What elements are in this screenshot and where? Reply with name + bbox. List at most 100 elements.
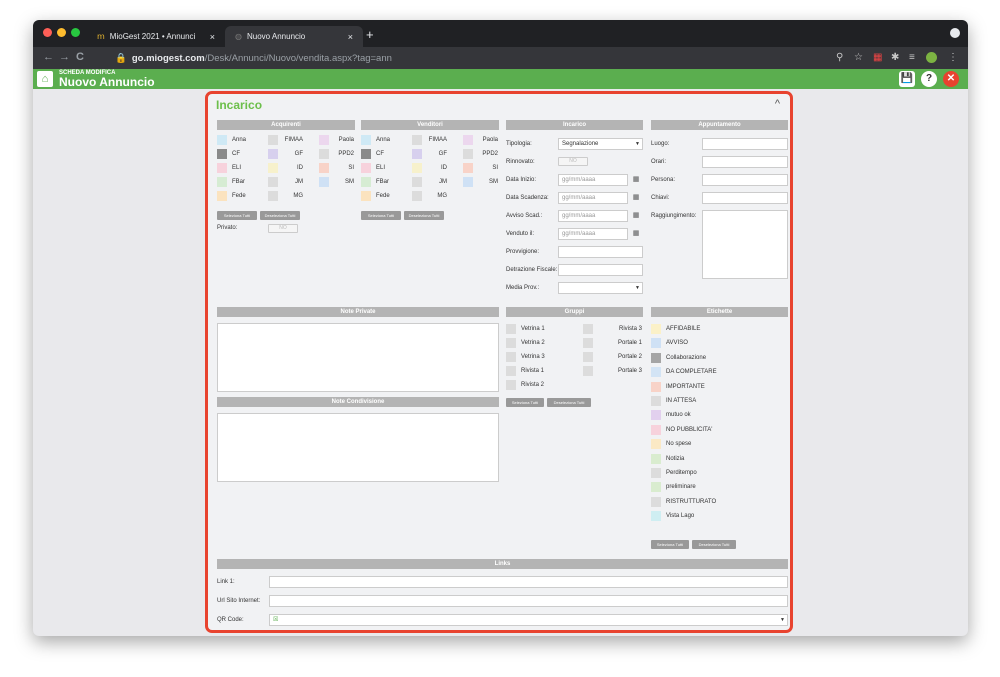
agent-checkbox[interactable] — [412, 191, 422, 201]
agent-checkbox[interactable] — [412, 163, 422, 173]
data-inizio-field[interactable]: gg/mm/aaaa — [558, 174, 628, 186]
close-tab-icon[interactable]: × — [348, 32, 353, 42]
calendar-icon[interactable]: ▦ — [632, 194, 640, 202]
calendar-icon[interactable]: ▦ — [632, 176, 640, 184]
agent-checkbox[interactable] — [361, 191, 371, 201]
etichette-select-all-button[interactable]: Seleziona Tutti — [651, 540, 689, 549]
etichette-deselect-all-button[interactable]: Deseleziona Tutti — [692, 540, 736, 549]
agent-checkbox[interactable] — [319, 135, 329, 145]
rinnovato-toggle[interactable]: NO — [558, 157, 588, 166]
gruppo-checkbox[interactable] — [506, 380, 516, 390]
avviso-scad-field[interactable]: gg/mm/aaaa — [558, 210, 628, 222]
etichetta-checkbox[interactable] — [651, 482, 661, 493]
url-sito-field[interactable] — [269, 595, 788, 607]
agent-checkbox[interactable] — [319, 149, 329, 159]
chiavi-field[interactable] — [702, 192, 788, 204]
calendar-icon[interactable]: ▦ — [632, 212, 640, 220]
raggiungimento-textarea[interactable] — [702, 210, 788, 279]
extension-icon[interactable]: ▦ — [873, 52, 882, 63]
data-scadenza-field[interactable]: gg/mm/aaaa — [558, 192, 628, 204]
zoom-icon[interactable]: ⚲ — [836, 52, 843, 63]
note-condivisione-textarea[interactable] — [217, 413, 499, 482]
venditori-deselect-all-button[interactable]: Deseleziona Tutti — [404, 211, 444, 220]
media-prov-select[interactable] — [558, 282, 643, 294]
gruppo-checkbox[interactable] — [506, 324, 516, 334]
agent-checkbox[interactable] — [217, 177, 227, 187]
luogo-field[interactable] — [702, 138, 788, 150]
agent-checkbox[interactable] — [361, 135, 371, 145]
agent-checkbox[interactable] — [268, 177, 278, 187]
venduto-field[interactable]: gg/mm/aaaa — [558, 228, 628, 240]
gruppo-checkbox[interactable] — [506, 366, 516, 376]
etichetta-checkbox[interactable] — [651, 396, 661, 406]
note-private-textarea[interactable] — [217, 323, 499, 392]
etichetta-checkbox[interactable] — [651, 381, 661, 392]
close-window-button[interactable] — [43, 28, 52, 37]
etichetta-checkbox[interactable] — [651, 338, 661, 349]
agent-checkbox[interactable] — [268, 163, 278, 173]
agent-checkbox[interactable] — [463, 149, 473, 159]
save-button[interactable]: 💾 — [899, 71, 915, 87]
agent-checkbox[interactable] — [412, 135, 422, 145]
agent-checkbox[interactable] — [463, 177, 473, 187]
url-field[interactable]: 🔒 go.miogest.com/Desk/Annunci/Nuovo/vend… — [115, 51, 855, 65]
etichetta-checkbox[interactable] — [651, 468, 661, 478]
etichetta-checkbox[interactable] — [651, 439, 661, 450]
gruppo-checkbox[interactable] — [583, 352, 593, 362]
menu-kebab-icon[interactable]: ⋮ — [948, 52, 958, 63]
agent-checkbox[interactable] — [217, 163, 227, 173]
close-tab-icon[interactable]: × — [210, 32, 215, 42]
agent-checkbox[interactable] — [268, 191, 278, 201]
detrazione-field[interactable] — [558, 264, 643, 276]
tab-nuovo-annuncio[interactable]: ◍ Nuovo Annuncio × — [225, 26, 363, 47]
agent-checkbox[interactable] — [268, 135, 278, 145]
agent-checkbox[interactable] — [217, 149, 227, 159]
extensions-puzzle-icon[interactable]: ✱ — [891, 52, 899, 63]
acquirenti-select-all-button[interactable]: Seleziona Tutti — [217, 211, 257, 220]
home-icon[interactable]: ⌂ — [37, 71, 53, 87]
agent-checkbox[interactable] — [361, 163, 371, 173]
agent-checkbox[interactable] — [412, 149, 422, 159]
agent-checkbox[interactable] — [217, 191, 227, 201]
tab-annunci[interactable]: ⅿ MioGest 2021 • Annunci × — [87, 26, 225, 47]
acquirenti-deselect-all-button[interactable]: Deseleziona Tutti — [260, 211, 300, 220]
gruppo-checkbox[interactable] — [583, 338, 593, 348]
venditori-select-all-button[interactable]: Seleziona Tutti — [361, 211, 401, 220]
agent-checkbox[interactable] — [319, 177, 329, 187]
gruppo-checkbox[interactable] — [506, 352, 516, 362]
qr-code-select[interactable]: ☒ — [269, 614, 788, 626]
help-button[interactable]: ? — [921, 71, 937, 87]
persona-field[interactable] — [702, 174, 788, 186]
etichetta-checkbox[interactable] — [651, 453, 661, 464]
profile-dropdown-icon[interactable] — [950, 28, 960, 38]
agent-checkbox[interactable] — [412, 177, 422, 187]
provvigione-field[interactable] — [558, 246, 643, 258]
etichetta-checkbox[interactable] — [651, 410, 661, 421]
link1-field[interactable] — [269, 576, 788, 588]
forward-icon[interactable]: → — [59, 51, 70, 63]
gruppo-checkbox[interactable] — [583, 324, 593, 334]
calendar-icon[interactable]: ▦ — [632, 230, 640, 238]
reload-icon[interactable]: C — [76, 51, 84, 63]
back-icon[interactable]: ← — [43, 51, 54, 63]
gruppo-checkbox[interactable] — [506, 338, 516, 348]
avatar[interactable] — [926, 52, 937, 63]
agent-checkbox[interactable] — [217, 135, 227, 145]
gruppi-deselect-all-button[interactable]: Deseleziona Tutti — [547, 398, 591, 407]
chevron-up-icon[interactable]: ^ — [775, 98, 780, 110]
bookmark-star-icon[interactable]: ☆ — [854, 52, 863, 63]
agent-checkbox[interactable] — [319, 163, 329, 173]
close-button[interactable]: ✕ — [943, 71, 959, 87]
gruppo-checkbox[interactable] — [583, 366, 593, 376]
etichetta-checkbox[interactable] — [651, 496, 661, 507]
minimize-window-button[interactable] — [57, 28, 66, 37]
etichetta-checkbox[interactable] — [651, 511, 661, 522]
new-tab-button[interactable]: + — [366, 27, 374, 42]
gruppi-select-all-button[interactable]: Seleziona Tutti — [506, 398, 544, 407]
maximize-window-button[interactable] — [71, 28, 80, 37]
agent-checkbox[interactable] — [268, 149, 278, 159]
etichetta-checkbox[interactable] — [651, 352, 661, 363]
reading-list-icon[interactable]: ≡ — [909, 52, 915, 63]
etichetta-checkbox[interactable] — [651, 324, 661, 334]
orari-field[interactable] — [702, 156, 788, 168]
